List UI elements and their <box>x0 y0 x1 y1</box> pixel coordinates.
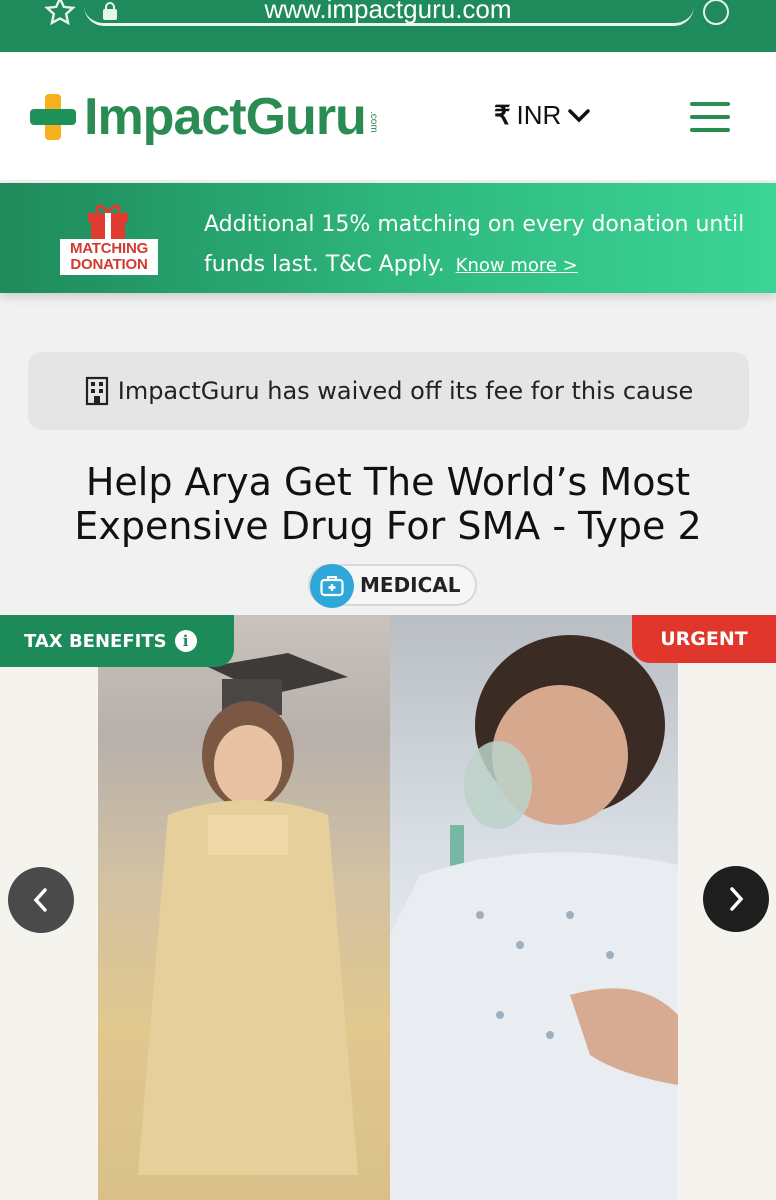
category-label: MEDICAL <box>360 573 461 597</box>
know-more-link[interactable]: Know more > <box>456 255 578 276</box>
logo-text: ImpactGuru <box>84 88 367 146</box>
carousel-prev-button[interactable] <box>8 867 74 933</box>
campaign-image-carousel[interactable]: TAX BENEFITS i URGENT <box>0 615 776 1200</box>
campaign-photo-graduation <box>98 615 390 1200</box>
url-text[interactable]: www.impactguru.com <box>0 0 776 25</box>
waiver-text: ImpactGuru has waived off its fee for th… <box>117 377 694 405</box>
urgent-label: URGENT <box>660 628 748 650</box>
medical-kit-icon <box>310 564 354 608</box>
chevron-down-icon <box>568 108 591 122</box>
building-icon <box>85 376 108 406</box>
badge-line-2: DONATION <box>70 256 148 273</box>
fee-waiver-notice: ImpactGuru has waived off its fee for th… <box>28 352 749 430</box>
title-line-1: Help Arya Get The World’s Most <box>85 460 691 504</box>
carousel-next-button[interactable] <box>703 866 769 932</box>
urgent-badge: URGENT <box>632 615 776 663</box>
tax-benefits-label: TAX BENEFITS <box>24 630 167 652</box>
gift-icon <box>88 204 128 239</box>
logo-plus-icon <box>30 94 76 140</box>
matching-donation-badge: MATCHING DONATION <box>60 197 158 279</box>
impactguru-logo[interactable]: ImpactGuru .com <box>30 82 379 152</box>
chevron-right-icon <box>730 887 744 911</box>
matching-donation-banner: MATCHING DONATION Additional 15% matchin… <box>0 183 776 293</box>
tax-benefits-badge[interactable]: TAX BENEFITS i <box>0 615 234 667</box>
campaign-title: Help Arya Get The World’s Most Expensive… <box>40 460 736 548</box>
rupee-icon: ₹ <box>494 100 511 130</box>
currency-selector[interactable]: ₹ INR <box>494 100 591 131</box>
category-badge: MEDICAL <box>308 564 477 608</box>
badge-line-1: MATCHING <box>69 240 149 257</box>
browser-bar: www.impactguru.com <box>0 0 776 52</box>
site-header: ImpactGuru .com ₹ INR <box>0 52 776 180</box>
banner-message: Additional 15% matching on every donatio… <box>204 205 764 286</box>
title-line-2: Expensive Drug For SMA - Type 2 <box>74 504 702 548</box>
campaign-photo-hospital <box>390 615 678 1200</box>
chevron-left-icon <box>33 888 47 912</box>
currency-code: INR <box>516 100 562 130</box>
logo-suffix: .com <box>367 111 379 133</box>
info-icon[interactable]: i <box>174 630 197 652</box>
reload-icon[interactable] <box>700 0 732 28</box>
menu-icon[interactable] <box>690 102 730 132</box>
